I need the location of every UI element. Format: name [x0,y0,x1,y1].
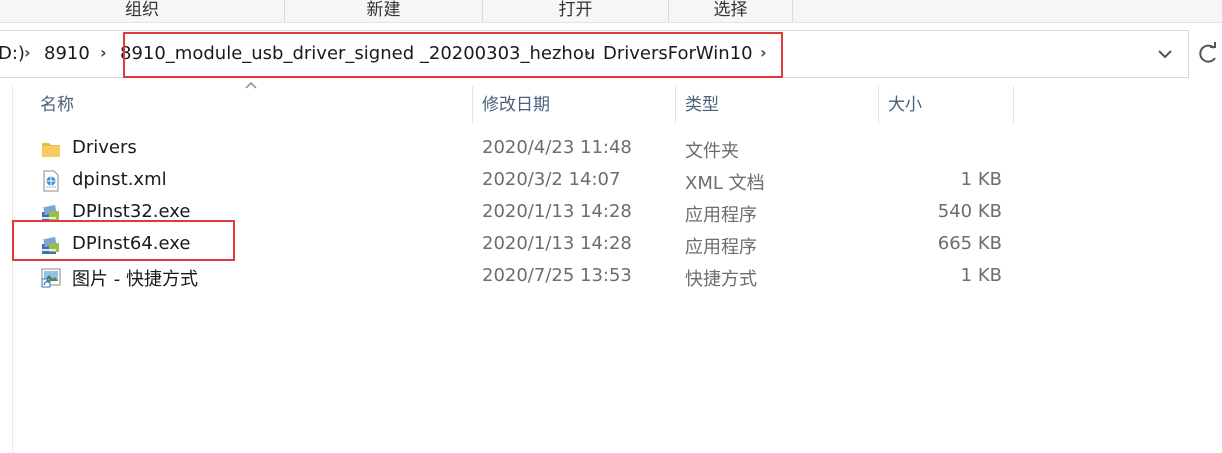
file-name: DPInst32.exe [72,201,191,222]
chevron-down-icon[interactable] [1152,39,1178,69]
file-date: 2020/7/25 13:53 [482,265,632,286]
column-header-name[interactable]: 名称 [40,88,470,122]
breadcrumb-drive[interactable]: D:) [0,43,25,64]
column-header-date[interactable]: 修改日期 [482,88,672,122]
column-divider[interactable] [1013,86,1014,124]
file-date: 2020/1/13 14:28 [482,201,632,222]
file-size: 540 KB [937,201,1002,222]
file-type: 文件夹 [685,141,739,162]
ribbon-group-select[interactable]: 选择 [669,0,793,22]
breadcrumb-separator-icon[interactable]: › [24,43,31,62]
file-row-dpinst-xml[interactable]: dpinst.xml 2020/3/2 14:07 XML 文档 1 KB [36,165,1016,197]
file-size: 665 KB [937,233,1002,254]
file-size: 1 KB [960,169,1002,190]
breadcrumb-8910[interactable]: 8910 [44,43,90,64]
column-divider[interactable] [878,86,879,124]
file-highlight-box [12,220,235,261]
folder-icon [42,143,60,157]
file-name: dpinst.xml [72,169,167,190]
ribbon-group-open[interactable]: 打开 [483,0,669,22]
navigation-pane-edge [0,86,13,453]
file-name: 图片 - 快捷方式 [72,269,198,290]
file-type: XML 文档 [685,173,765,194]
file-name: Drivers [72,137,137,158]
refresh-icon[interactable] [1196,36,1220,72]
ribbon-group-organize[interactable]: 组织 [0,0,285,22]
column-divider[interactable] [472,86,473,124]
column-divider[interactable] [675,86,676,124]
file-size: 1 KB [960,265,1002,286]
file-date: 2020/1/13 14:28 [482,233,632,254]
ribbon-group-new[interactable]: 新建 [285,0,483,22]
ribbon: 组织 新建 打开 选择 [0,0,1222,23]
file-type: 应用程序 [685,237,757,258]
shortcut-icon [41,268,61,288]
file-row-picture-shortcut[interactable]: 图片 - 快捷方式 2020/7/25 13:53 快捷方式 1 KB [36,261,1016,293]
file-type: 应用程序 [685,205,757,226]
file-row-drivers[interactable]: Drivers 2020/4/23 11:48 文件夹 [36,133,1016,165]
path-highlight-box [123,32,783,78]
file-date: 2020/4/23 11:48 [482,137,632,158]
file-type: 快捷方式 [685,269,757,290]
column-header-type[interactable]: 类型 [685,88,875,122]
xml-document-icon [43,170,59,192]
breadcrumb-separator-icon[interactable]: › [100,43,107,62]
file-date: 2020/3/2 14:07 [482,169,621,190]
column-header-size[interactable]: 大小 [888,88,1008,122]
